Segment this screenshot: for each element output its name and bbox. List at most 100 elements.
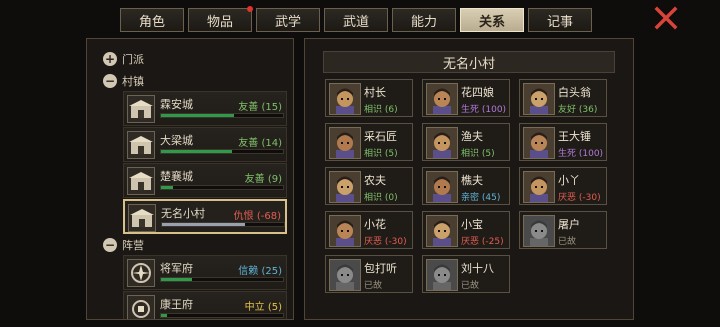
npc-card[interactable]: 刘十八 已故 (422, 255, 510, 293)
tab-character[interactable]: 角色 (120, 8, 184, 32)
faction-name: 将军府 (160, 262, 193, 275)
relation-bar (160, 149, 284, 154)
city-gate-icon (127, 131, 155, 159)
npc-card[interactable]: 小花 厌恶 (-30) (325, 211, 413, 249)
tab-label: 关系 (478, 14, 505, 30)
faction-name: 大梁城 (160, 134, 193, 147)
tab-abilities[interactable]: 能力 (392, 8, 456, 32)
tab-items[interactable]: 物品 (188, 6, 253, 32)
tab-label: 能力 (410, 14, 437, 30)
city-gate-icon (127, 95, 155, 123)
npc-portrait-icon (523, 127, 555, 159)
faction-relation: 中立 (5) (244, 302, 282, 313)
npc-status: 相识 (5) (364, 149, 398, 159)
faction-item[interactable]: 康王府 中立 (5) (123, 291, 287, 319)
relation-bar-fill (161, 186, 174, 189)
npc-portrait-icon (523, 215, 555, 247)
npc-portrait-icon (329, 215, 361, 247)
npc-name: 采石匠 (364, 130, 397, 143)
tab-label: 武学 (274, 14, 301, 30)
faction-item[interactable]: 楚襄城 友善 (9) (123, 163, 287, 198)
group-label: 阵营 (122, 239, 144, 252)
close-x-icon[interactable] (654, 6, 678, 30)
tab-martial-skills[interactable]: 武学 (256, 8, 320, 32)
relation-bar (160, 113, 284, 118)
notification-dot (247, 6, 253, 12)
relation-bar-fill (162, 223, 245, 226)
npc-portrait-icon (329, 259, 361, 291)
npc-name: 渔夫 (461, 130, 483, 143)
faction-relation: 友善 (9) (244, 174, 282, 185)
group-header-sect[interactable]: + 门派 (103, 51, 144, 67)
faction-name: 楚襄城 (160, 170, 193, 183)
npc-card[interactable]: 花四娘 生死 (100) (422, 79, 510, 117)
npc-status: 亲密 (45) (461, 193, 501, 203)
relation-bar (160, 313, 284, 318)
npc-card[interactable]: 小宝厌恶 (-25) (422, 211, 510, 249)
npc-name: 花四娘 (461, 86, 494, 99)
main-tab-bar: 角色 物品 武学 武道 能力 关系 记事 (120, 6, 592, 34)
npc-portrait-icon (329, 171, 361, 203)
faction-item-selected[interactable]: 无名小村 仇恨 (-68) (123, 199, 287, 234)
faction-name: 无名小村 (161, 207, 205, 220)
faction-relation: 友善 (15) (238, 102, 282, 113)
npc-card[interactable]: 包打听 已故 (325, 255, 413, 293)
tab-label: 记事 (546, 14, 573, 30)
npc-portrait-icon (523, 83, 555, 115)
faction-name: 康王府 (160, 298, 193, 311)
tab-label: 角色 (138, 14, 165, 30)
faction-item[interactable]: 大梁城 友善 (14) (123, 127, 287, 162)
npc-name: 小宝 (461, 218, 483, 231)
npc-status: 生死 (100) (558, 149, 604, 159)
faction-relation: 仇恨 (-68) (233, 211, 281, 222)
npc-card[interactable]: 小丫 厌恶 (-30) (519, 167, 607, 205)
npc-card[interactable]: 樵夫 亲密 (45) (422, 167, 510, 205)
npc-status: 已故 (558, 237, 577, 247)
general-emblem-icon (127, 259, 155, 287)
panel-title: 无名小村 (323, 51, 615, 73)
npc-card[interactable]: 采石匠相识 (5) (325, 123, 413, 161)
npc-relation-panel: 无名小村 村长 相识 (6) 花四娘 生死 (100) 白头翁 友好 (36) 采石匠 相识 … (304, 38, 634, 320)
tab-journal[interactable]: 记事 (528, 8, 592, 32)
prince-emblem-icon (127, 295, 155, 319)
group-label: 村镇 (122, 75, 144, 88)
npc-portrait-icon (426, 171, 458, 203)
npc-status: 厌恶 (-25) (461, 237, 504, 247)
tab-relations[interactable]: 关系 (460, 8, 524, 32)
npc-card[interactable]: 渔夫相识 (5) (422, 123, 510, 161)
relation-bar (161, 222, 285, 227)
npc-card[interactable]: 王大锤 生死 (100) (519, 123, 607, 161)
relation-bar-fill (161, 278, 192, 281)
group-label: 门派 (122, 53, 144, 66)
npc-name: 小丫 (558, 174, 580, 187)
npc-status: 已故 (461, 281, 480, 291)
npc-portrait-icon (426, 215, 458, 247)
faction-name: 霖安城 (160, 98, 193, 111)
tab-martial-way[interactable]: 武道 (324, 8, 388, 32)
npc-status: 相识 (0) (364, 193, 398, 203)
npc-name: 包打听 (364, 262, 397, 275)
faction-item[interactable]: 将军府 信赖 (25) (123, 255, 287, 290)
group-header-towns[interactable]: − 村镇 (103, 73, 144, 89)
npc-portrait-icon (426, 259, 458, 291)
faction-list-panel: + 门派 − 村镇 霖安城 友善 (15) 大梁城 友善 (14) 楚襄城 友善… (86, 38, 294, 320)
tab-label: 物品 (206, 14, 233, 30)
faction-item[interactable]: 霖安城 友善 (15) (123, 91, 287, 126)
npc-status: 相识 (6) (364, 105, 398, 115)
npc-card[interactable]: 村长 相识 (6) (325, 79, 413, 117)
npc-portrait-icon (426, 127, 458, 159)
relation-bar (160, 185, 284, 190)
npc-portrait-icon (329, 83, 361, 115)
npc-status: 厌恶 (-30) (364, 237, 407, 247)
npc-card[interactable]: 农夫 相识 (0) (325, 167, 413, 205)
npc-name: 白头翁 (558, 86, 591, 99)
relation-bar-fill (161, 114, 235, 117)
city-gate-icon (128, 204, 156, 232)
npc-portrait-icon (523, 171, 555, 203)
npc-card[interactable]: 屠户 已故 (519, 211, 607, 249)
city-gate-icon (127, 167, 155, 195)
group-header-camp[interactable]: − 阵营 (103, 237, 144, 253)
npc-card[interactable]: 白头翁 友好 (36) (519, 79, 607, 117)
relation-bar-fill (161, 150, 232, 153)
npc-status: 相识 (5) (461, 149, 495, 159)
